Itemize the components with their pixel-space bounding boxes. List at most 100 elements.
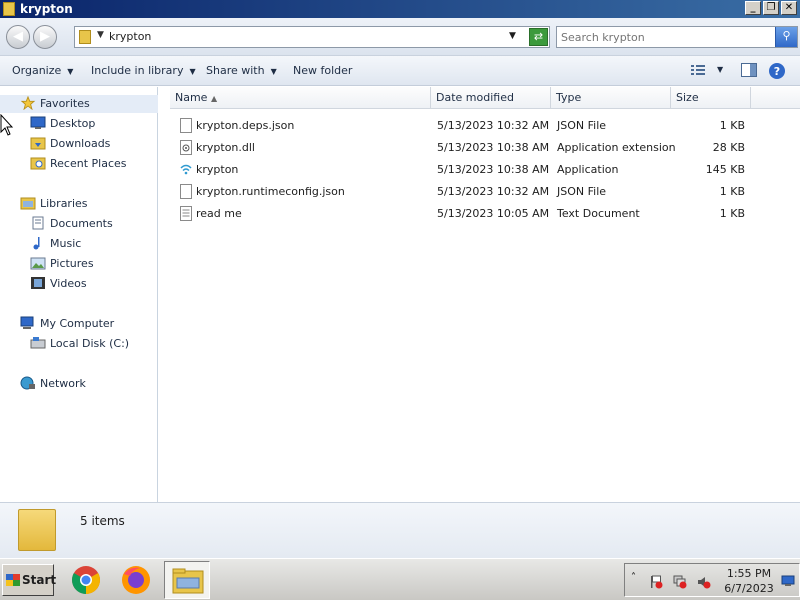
clock-time: 1:55 PM: [726, 567, 772, 580]
window-title: krypton: [20, 2, 73, 16]
view-dropdown-icon[interactable]: ▼: [717, 65, 723, 74]
desktop-icon: [30, 116, 46, 129]
search-input[interactable]: [561, 29, 773, 45]
file-size: 1 KB: [719, 207, 745, 220]
column-header-name[interactable]: Name ▲: [170, 87, 431, 109]
search-box[interactable]: ⚲: [556, 26, 798, 48]
navigation-pane: Favorites Desktop Downloads Recent Place…: [0, 87, 158, 502]
file-size: 1 KB: [719, 119, 745, 132]
nav-videos[interactable]: Videos: [30, 275, 87, 293]
firefox-icon[interactable]: [118, 564, 154, 596]
nav-documents[interactable]: Documents: [30, 215, 113, 233]
file-name: read me: [196, 207, 242, 220]
column-header-size[interactable]: Size: [671, 87, 751, 109]
clock-date: 6/7/2023: [724, 582, 774, 595]
chevron-down-icon: ▼: [189, 67, 196, 76]
organize-button[interactable]: Organize ▼: [12, 64, 73, 77]
taskbar: Start ˄ 1:55 PM 6/7/2023: [0, 558, 800, 600]
file-type: Text Document: [557, 207, 640, 220]
nav-local-disk[interactable]: Local Disk (C:): [30, 335, 129, 353]
application-icon: [180, 162, 192, 177]
search-icon[interactable]: ⚲: [775, 27, 797, 47]
windows-logo-icon: [6, 574, 20, 586]
file-type: JSON File: [557, 119, 607, 132]
nav-desktop[interactable]: Desktop: [30, 115, 95, 133]
nav-downloads[interactable]: Downloads: [30, 135, 110, 153]
json-file-icon: [180, 118, 192, 133]
file-name: krypton: [196, 163, 239, 176]
file-name: krypton.runtimeconfig.json: [196, 185, 345, 198]
computer-icon: [20, 316, 34, 329]
file-name: krypton.deps.json: [196, 119, 295, 132]
table-row[interactable]: krypton.runtimeconfig.json 5/13/2023 10:…: [174, 181, 774, 203]
forward-button[interactable]: ▶: [33, 25, 57, 49]
mouse-cursor-icon: [0, 114, 14, 136]
address-dropdown-icon[interactable]: ▼: [509, 31, 516, 41]
column-header-spacer: [751, 87, 800, 109]
breadcrumb-chevron-icon[interactable]: ▼: [97, 30, 104, 40]
libraries-icon: [20, 197, 36, 210]
file-date: 5/13/2023 10:05 AM: [437, 207, 550, 220]
nav-pictures[interactable]: Pictures: [30, 255, 94, 273]
view-options-icon[interactable]: [690, 63, 706, 77]
music-icon: [33, 237, 40, 250]
explorer-taskbar-button[interactable]: [164, 561, 210, 599]
share-with-button[interactable]: Share with ▼: [206, 64, 277, 77]
nav-favorites[interactable]: Favorites: [0, 95, 158, 113]
item-count: 5 items: [80, 514, 125, 528]
include-in-library-button[interactable]: Include in library ▼: [91, 64, 196, 77]
show-desktop-icon[interactable]: [781, 574, 795, 588]
nav-music[interactable]: Music: [30, 235, 81, 253]
recent-places-icon: [30, 157, 46, 170]
command-bar: Organize ▼ Include in library ▼ Share with…: [0, 56, 800, 86]
file-type: Application: [557, 163, 619, 176]
file-list: Name ▲ Date modified Type Size krypton.d…: [160, 87, 800, 502]
file-size: 28 KB: [712, 141, 745, 154]
nav-my-computer[interactable]: My Computer: [20, 315, 114, 333]
breadcrumb-krypton[interactable]: krypton: [109, 30, 151, 43]
documents-icon: [32, 216, 44, 230]
sort-ascending-icon: ▲: [210, 94, 218, 103]
file-date: 5/13/2023 10:32 AM: [437, 119, 550, 132]
file-date: 5/13/2023 10:32 AM: [437, 185, 550, 198]
volume-muted-icon[interactable]: [697, 575, 711, 589]
nav-recent-places[interactable]: Recent Places: [30, 155, 127, 173]
refresh-button[interactable]: ⇄: [529, 28, 548, 46]
file-date: 5/13/2023 10:38 AM: [437, 141, 550, 154]
address-bar[interactable]: ▼ krypton ▼ ⇄: [74, 26, 550, 48]
action-center-flag-icon[interactable]: [649, 575, 663, 589]
text-file-icon: [180, 206, 192, 221]
show-hidden-icons-icon[interactable]: ˄: [631, 572, 636, 583]
column-header-date[interactable]: Date modified: [431, 87, 551, 109]
explorer-folder-icon: [172, 568, 204, 594]
help-icon[interactable]: ?: [768, 62, 786, 80]
network-status-icon[interactable]: [673, 575, 687, 589]
table-row[interactable]: krypton.dll 5/13/2023 10:38 AM Applicati…: [174, 137, 774, 159]
start-button[interactable]: Start: [2, 564, 56, 596]
downloads-folder-icon: [30, 137, 46, 150]
back-button[interactable]: ◀: [6, 25, 30, 49]
chevron-down-icon: ▼: [67, 67, 74, 76]
new-folder-button[interactable]: New folder: [293, 64, 352, 77]
close-button[interactable]: ✕: [781, 1, 797, 15]
title-bar: krypton _ ❐ ✕: [0, 0, 800, 18]
chevron-down-icon: ▼: [270, 67, 277, 76]
folder-icon: [3, 2, 15, 16]
file-type: Application extension: [557, 141, 676, 154]
preview-pane-icon[interactable]: [741, 63, 757, 77]
file-date: 5/13/2023 10:38 AM: [437, 163, 550, 176]
details-pane: 5 items: [0, 502, 800, 558]
minimize-button[interactable]: _: [745, 1, 761, 15]
column-header-type[interactable]: Type: [551, 87, 671, 109]
table-row[interactable]: read me 5/13/2023 10:05 AM Text Document…: [174, 203, 774, 225]
folder-icon: [79, 30, 91, 44]
table-row[interactable]: krypton.deps.json 5/13/2023 10:32 AM JSO…: [174, 115, 774, 137]
nav-libraries[interactable]: Libraries: [20, 195, 88, 213]
table-row[interactable]: krypton 5/13/2023 10:38 AM Application 1…: [174, 159, 774, 181]
chrome-icon[interactable]: [68, 564, 104, 596]
clock[interactable]: 1:55 PM 6/7/2023: [719, 566, 779, 596]
nav-network[interactable]: Network: [20, 375, 86, 393]
dll-file-icon: [180, 140, 192, 155]
maximize-button[interactable]: ❐: [763, 1, 779, 15]
hard-drive-icon: [30, 337, 46, 349]
